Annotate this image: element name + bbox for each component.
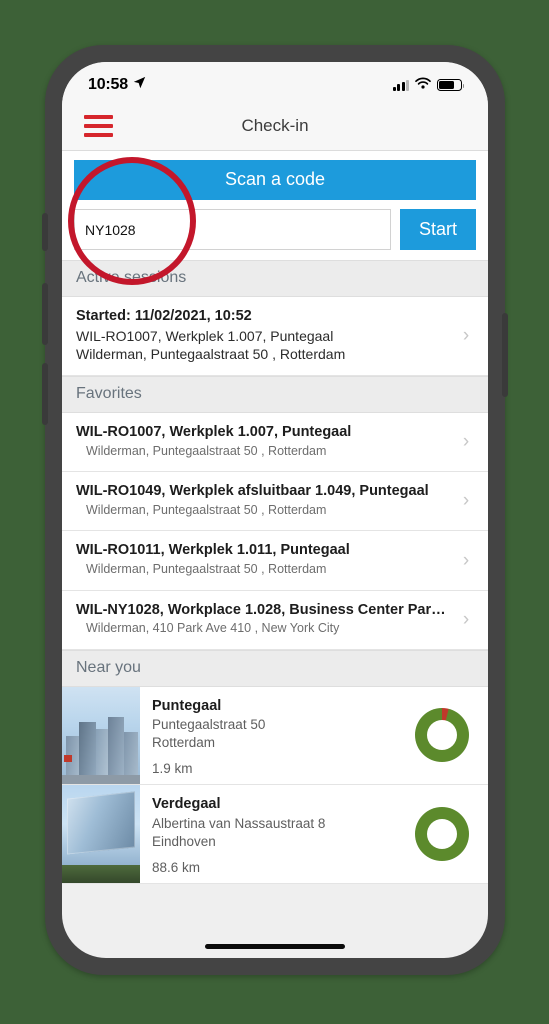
chevron-right-icon: › — [462, 608, 470, 630]
near-you-street: Puntegaalstraat 50 — [152, 716, 266, 732]
near-you-distance: 88.6 km — [152, 860, 201, 876]
navigation-bar: Check-in — [62, 102, 488, 151]
active-sessions-list: Started: 11/02/2021, 10:52 WIL-RO1007, W… — [62, 297, 488, 377]
status-bar: 10:58 — [62, 62, 488, 102]
favorite-row[interactable]: WIL-RO1049, Werkplek afsluitbaar 1.049, … — [62, 472, 488, 532]
near-you-row[interactable]: Puntegaal Puntegaalstraat 50 Rotterdam 1… — [62, 686, 488, 786]
near-you-row[interactable]: Verdegaal Albertina van Nassaustraat 8 E… — [62, 785, 488, 885]
volume-up-button[interactable] — [42, 283, 48, 345]
scan-area: Scan a code Start — [62, 151, 488, 260]
favorite-title: WIL-RO1049, Werkplek afsluitbaar 1.049, … — [76, 483, 429, 500]
favorite-subtitle: Wilderman, Puntegaalstraat 50 , Rotterda… — [86, 562, 327, 577]
status-bar-right — [392, 76, 465, 94]
battery-icon — [437, 79, 465, 91]
favorite-body: WIL-RO1007, Werkplek 1.007, Puntegaal Wi… — [76, 423, 450, 460]
near-you-name: Verdegaal — [152, 796, 221, 813]
favorite-row[interactable]: WIL-NY1028, Workplace 1.028, Business Ce… — [62, 590, 488, 650]
near-you-name: Puntegaal — [152, 697, 222, 714]
building-photo-eindhoven — [62, 785, 140, 884]
code-entry-row: Start — [74, 209, 476, 250]
home-indicator — [205, 944, 345, 949]
code-input[interactable] — [74, 209, 391, 250]
near-you-city: Eindhoven — [152, 833, 216, 849]
active-session-workplace: WIL-RO1007, Werkplek 1.007, Puntegaal — [76, 327, 334, 344]
near-you-body: Verdegaal Albertina van Nassaustraat 8 E… — [140, 785, 396, 883]
favorite-subtitle: Wilderman, 410 Park Ave 410 , New York C… — [86, 621, 340, 636]
favorite-title: WIL-RO1007, Werkplek 1.007, Puntegaal — [76, 424, 352, 441]
section-header-favorites: Favorites — [62, 376, 488, 414]
favorite-title: WIL-NY1028, Workplace 1.028, Business Ce… — [76, 601, 446, 618]
chevron-right-icon: › — [462, 490, 470, 512]
near-you-distance: 1.9 km — [152, 761, 193, 777]
section-header-active-sessions: Active sessions — [62, 260, 488, 297]
chevron-right-icon: › — [462, 431, 470, 453]
favorite-row[interactable]: WIL-RO1007, Werkplek 1.007, Puntegaal Wi… — [62, 413, 488, 473]
occupancy-donut-chart — [415, 807, 469, 862]
favorite-title: WIL-RO1011, Werkplek 1.011, Puntegaal — [76, 542, 350, 559]
occupancy-donut-wrap-0 — [396, 687, 488, 785]
active-session-started: Started: 11/02/2021, 10:52 — [76, 308, 252, 324]
favorite-row[interactable]: WIL-RO1011, Werkplek 1.011, Puntegaal Wi… — [62, 531, 488, 591]
page-title: Check-in — [241, 116, 309, 135]
cellular-signal-icon — [392, 79, 409, 91]
chevron-right-icon: › — [462, 549, 470, 571]
chevron-right-icon: › — [462, 325, 470, 347]
occupancy-donut-chart — [415, 708, 469, 763]
near-you-body: Puntegaal Puntegaalstraat 50 Rotterdam 1… — [140, 687, 396, 785]
active-session-address: Wilderman, Puntegaalstraat 50 , Rotterda… — [76, 346, 346, 363]
phone-frame: 10:58 Check-in Scan a code NY1028 Start … — [42, 45, 508, 975]
near-you-list: Puntegaal Puntegaalstraat 50 Rotterdam 1… — [62, 686, 488, 885]
hamburger-menu-icon[interactable] — [84, 115, 113, 137]
volume-down-button[interactable] — [42, 363, 48, 425]
near-you-street: Albertina van Nassaustraat 8 — [152, 815, 326, 831]
favorite-body: WIL-NY1028, Workplace 1.028, Business Ce… — [76, 601, 450, 638]
active-session-body: Started: 11/02/2021, 10:52 WIL-RO1007, W… — [76, 307, 450, 364]
start-button[interactable]: Start — [400, 209, 476, 250]
favorite-subtitle: Wilderman, Puntegaalstraat 50 , Rotterda… — [86, 502, 327, 517]
status-time: 10:58 — [88, 76, 128, 93]
favorite-body: WIL-RO1049, Werkplek afsluitbaar 1.049, … — [76, 482, 450, 519]
active-session-row[interactable]: Started: 11/02/2021, 10:52 WIL-RO1007, W… — [62, 297, 488, 377]
favorite-subtitle: Wilderman, Puntegaalstraat 50 , Rotterda… — [86, 443, 327, 458]
occupancy-donut-wrap-1 — [396, 785, 488, 883]
power-button[interactable] — [502, 313, 508, 397]
mute-switch[interactable] — [42, 213, 48, 251]
phone-screen: 10:58 Check-in Scan a code NY1028 Start … — [62, 62, 488, 958]
location-arrow-icon — [133, 76, 146, 94]
favorites-list: WIL-RO1007, Werkplek 1.007, Puntegaal Wi… — [62, 413, 488, 650]
status-bar-left: 10:58 — [88, 76, 146, 94]
favorite-body: WIL-RO1011, Werkplek 1.011, Puntegaal Wi… — [76, 541, 450, 578]
section-header-near-you: Near you — [62, 649, 488, 687]
near-you-city: Rotterdam — [152, 735, 216, 751]
scan-a-code-button[interactable]: Scan a code — [74, 160, 476, 200]
wifi-icon — [415, 76, 431, 94]
building-photo-rotterdam — [62, 686, 140, 785]
